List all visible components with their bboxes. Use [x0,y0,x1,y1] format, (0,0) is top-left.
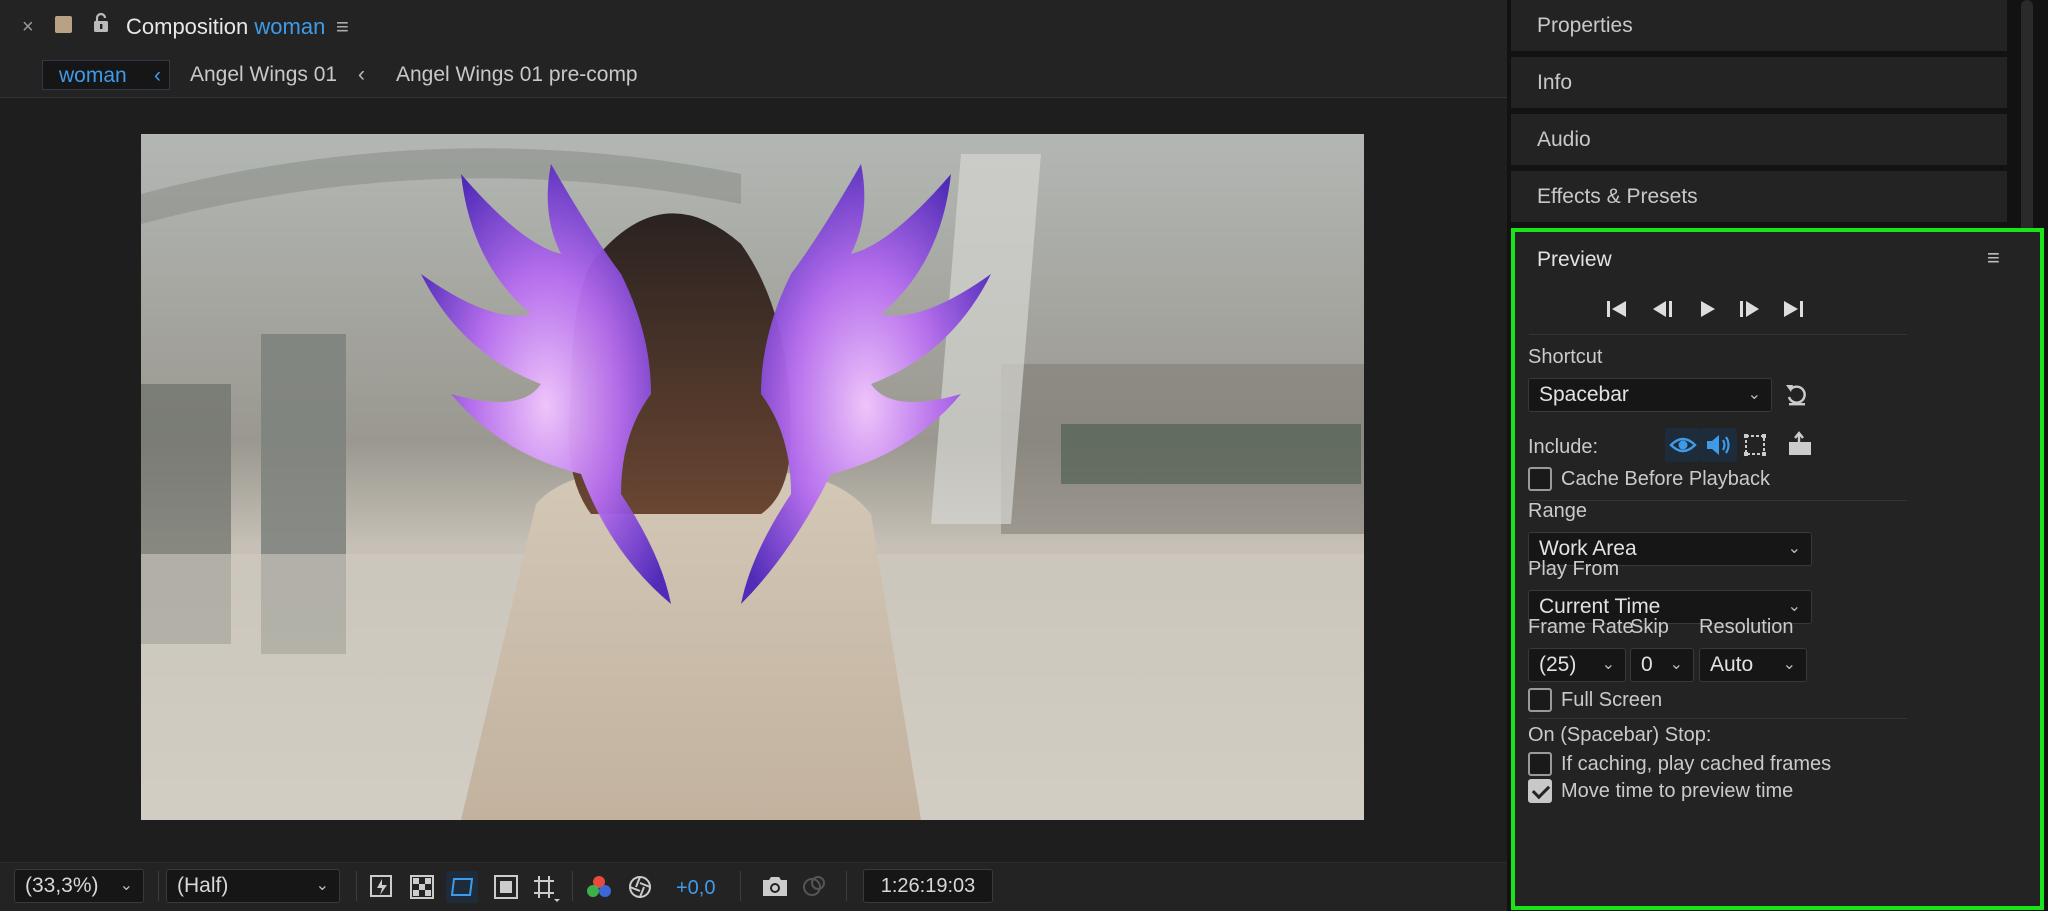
breadcrumb: woman ‹ Angel Wings 01 ‹ Angel Wings 01 … [0,52,1507,98]
shortcut-label: Shortcut [1528,346,1603,368]
chevron-down-icon: ⌄ [119,877,133,894]
composition-name: woman [254,14,326,39]
preview-resolution-dropdown[interactable]: Auto ⌄ [1699,648,1807,682]
region-of-interest-icon[interactable] [492,873,520,901]
label-color-swatch[interactable] [55,16,72,33]
divider [572,871,573,901]
on-stop-label: On (Spacebar) Stop: [1528,724,1712,746]
preview-panel-title: Preview [1537,248,1612,271]
transparency-grid-icon[interactable] [408,873,436,901]
if-caching-label: If caching, play cached frames [1561,753,1832,775]
range-label: Range [1528,500,1587,522]
divider [1529,334,1907,335]
play-from-value: Current Time [1539,595,1661,618]
shortcut-dropdown[interactable]: Spacebar ⌄ [1528,378,1772,412]
if-caching-checkbox[interactable] [1528,752,1552,776]
divider [356,871,357,901]
divider [846,871,847,901]
grid-guides-icon[interactable] [530,873,560,902]
show-snapshot-icon[interactable] [800,873,828,901]
include-audio-icon[interactable] [1701,428,1737,462]
frame-rate-dropdown[interactable]: (25) ⌄ [1528,648,1626,682]
composition-viewer[interactable] [0,98,1507,862]
first-frame-icon[interactable] [1601,296,1633,322]
divider [158,871,159,901]
lock-icon[interactable] [92,12,110,39]
reset-exposure-icon[interactable] [626,873,654,901]
play-from-label: Play From [1528,558,1620,580]
preview-resolution-value: Auto [1710,653,1754,676]
composition-title[interactable]: Composition woman [126,14,325,40]
reset-shortcut-icon[interactable] [1783,381,1811,414]
composition-title-prefix: Composition [126,14,249,39]
panel-menu-icon[interactable]: ≡ [1987,245,2000,271]
export-to-external-icon[interactable] [1783,428,1819,462]
panel-menu-icon[interactable]: ≡ [336,14,349,40]
composition-tab-bar: × Composition woman ≡ [0,0,1507,52]
composition-frame-image [141,134,1364,820]
composition-footer: (33,3%) ⌄ (Half) ⌄ +0,0 1:26:19:03 [0,862,1507,911]
tab-effects-presets[interactable]: Effects & Presets [1511,171,2007,225]
include-overlays-icon[interactable] [1737,428,1773,462]
cache-before-playback-checkbox[interactable] [1528,467,1552,491]
include-label: Include: [1528,436,1599,458]
chevron-down-icon: ⌄ [1787,540,1801,557]
exposure-value[interactable]: +0,0 [676,877,715,900]
play-icon[interactable] [1691,296,1723,322]
previous-frame-icon[interactable] [1647,296,1679,322]
resolution-dropdown[interactable]: (Half) ⌄ [166,869,340,903]
current-time-display[interactable]: 1:26:19:03 [863,869,993,903]
range-value: Work Area [1539,537,1637,560]
fast-previews-icon[interactable] [368,873,396,901]
tab-properties[interactable]: Properties [1511,0,2007,54]
skip-value: 0 [1641,653,1653,676]
camera-icon[interactable] [760,873,788,901]
divider [740,871,741,901]
chevron-down-icon: ⌄ [1601,656,1615,673]
breadcrumb-item-angel-wings-precomp[interactable]: Angel Wings 01 pre-comp [396,60,638,90]
full-screen-label: Full Screen [1561,689,1663,711]
tab-audio[interactable]: Audio [1511,114,2007,168]
last-frame-icon[interactable] [1777,296,1809,322]
chevron-left-icon: ‹ [154,64,161,87]
include-video-icon[interactable] [1665,428,1701,462]
shortcut-value: Spacebar [1539,383,1629,406]
cache-before-playback-label: Cache Before Playback [1561,468,1771,490]
chevron-down-icon: ⌄ [1669,656,1683,673]
composition-panel: × Composition woman ≡ woman ‹ Angel Wing… [0,0,1507,911]
move-time-label: Move time to preview time [1561,780,1794,802]
resolution-label: Resolution [1699,616,1794,638]
panels-column: Properties Info Audio Effects & Presets … [1507,0,2048,911]
channel-rgb-icon[interactable] [584,873,612,901]
chevron-down-icon: ⌄ [1747,386,1761,403]
magnification-dropdown[interactable]: (33,3%) ⌄ [14,869,144,903]
skip-label: Skip [1630,616,1669,638]
frame-rate-label: Frame Rate [1528,616,1634,638]
skip-dropdown[interactable]: 0 ⌄ [1630,648,1694,682]
chevron-left-icon: ‹ [358,63,365,86]
breadcrumb-item-woman[interactable]: woman ‹ [42,60,170,90]
preview-panel: Preview ≡ Shortcut Spacebar ⌄ Include: C… [1511,228,2044,910]
chevron-down-icon: ⌄ [315,877,329,894]
chevron-down-icon: ⌄ [1782,656,1796,673]
next-frame-icon[interactable] [1733,296,1765,322]
full-screen-checkbox[interactable] [1528,688,1552,712]
breadcrumb-label: woman [59,64,127,87]
frame-rate-value: (25) [1539,653,1577,676]
tab-info[interactable]: Info [1511,57,2007,111]
mask-visibility-icon[interactable] [446,871,478,903]
resolution-value: (Half) [177,874,229,897]
divider [1529,718,1907,719]
magnification-value: (33,3%) [25,874,99,897]
close-icon[interactable]: × [22,16,34,39]
breadcrumb-item-angel-wings[interactable]: Angel Wings 01 [190,60,337,90]
move-time-checkbox[interactable] [1528,779,1552,803]
